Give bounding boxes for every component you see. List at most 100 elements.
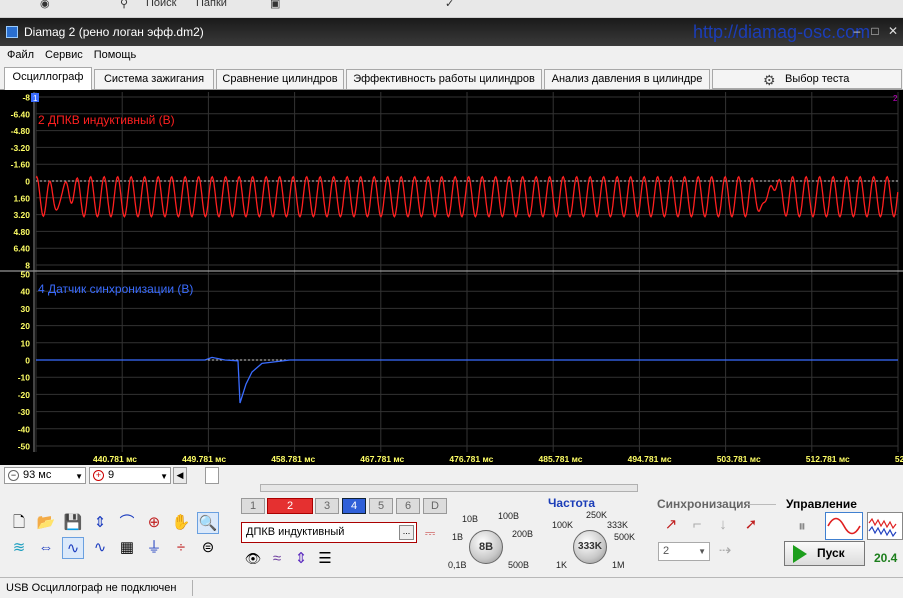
time-label: 449.781 мс bbox=[182, 454, 226, 464]
folders-label[interactable]: Папки bbox=[196, 0, 227, 9]
ch2-tick-label: -40 bbox=[18, 424, 31, 434]
filter-icon[interactable]: ⏚ bbox=[143, 537, 165, 559]
eye-icon[interactable]: 👁 bbox=[242, 548, 264, 570]
updown-icon[interactable]: ⇕ bbox=[290, 548, 312, 570]
check-icon[interactable]: ✓ bbox=[445, 0, 454, 10]
minimize-icon[interactable]: – bbox=[848, 23, 866, 40]
probe-icon[interactable]: ⎓ bbox=[419, 522, 441, 544]
control-value: 20.4 bbox=[874, 551, 898, 565]
tab-ignition[interactable]: Система зажигания bbox=[94, 69, 214, 89]
sine-mode-button[interactable] bbox=[825, 512, 863, 540]
tab-pressure-analysis[interactable]: Анализ давления в цилиндре bbox=[544, 69, 710, 89]
tab-cylinder-compare[interactable]: Сравнение цилиндров bbox=[216, 69, 344, 89]
wave-icon[interactable]: ∿ bbox=[62, 537, 84, 559]
open-folder-icon[interactable]: 📂 bbox=[35, 512, 57, 534]
menu-file[interactable]: Файл bbox=[0, 46, 38, 61]
sync-rise-icon[interactable]: ↗ bbox=[660, 514, 682, 536]
time-label: 467.781 мс bbox=[360, 454, 404, 464]
sync-down-icon[interactable]: ↓ bbox=[712, 514, 734, 536]
freq-label-1k: 1K bbox=[556, 560, 568, 570]
search-label[interactable]: Поиск bbox=[146, 0, 176, 9]
offset-select[interactable]: + 9 ▼ bbox=[89, 467, 171, 484]
sync-arrows-icon[interactable]: ⇢ bbox=[714, 540, 736, 562]
layers-icon[interactable]: ≋ bbox=[8, 537, 30, 559]
voltage-knob[interactable]: 8В bbox=[469, 530, 503, 564]
more-icon[interactable]: ... bbox=[399, 525, 414, 540]
sync-pointer-icon[interactable]: ➚ bbox=[740, 514, 762, 536]
sync-edge-icon[interactable]: ⌐ bbox=[686, 514, 708, 536]
status-separator bbox=[192, 580, 193, 596]
horizontal-scrollbar[interactable] bbox=[260, 484, 638, 492]
channel-d-button[interactable]: D bbox=[423, 498, 447, 514]
table-icon[interactable]: ▦ bbox=[116, 537, 138, 559]
globe-icon[interactable]: ◉ bbox=[40, 0, 50, 10]
auto-icon[interactable]: ⊕ bbox=[143, 512, 165, 534]
scroll-thumb[interactable] bbox=[205, 467, 219, 484]
ch1-tick-label: -6.40 bbox=[11, 109, 31, 119]
frequency-knob[interactable]: 333K bbox=[573, 530, 607, 564]
oscilloscope-display[interactable]: -8-6.40-4.80-3.20-1.6001.603.204.806.408… bbox=[0, 90, 903, 465]
start-button[interactable]: Пуск bbox=[784, 541, 865, 566]
channel-1-button[interactable]: 1 bbox=[241, 498, 265, 514]
wave-filter-icon[interactable]: ≈ bbox=[266, 548, 288, 570]
time-label: 485.781 мс bbox=[539, 454, 583, 464]
channel-6-button[interactable]: 6 bbox=[396, 498, 420, 514]
noise-mode-button[interactable] bbox=[867, 512, 903, 540]
control-title: Управление bbox=[786, 497, 857, 511]
freq-label-250k: 250K bbox=[586, 510, 608, 520]
voltage-label-10: 10В bbox=[462, 514, 479, 524]
time-label: 476.781 мс bbox=[449, 454, 493, 464]
timebase-select[interactable]: − 93 мс ▼ bbox=[4, 467, 86, 484]
search-icon[interactable]: ⚲ bbox=[120, 0, 128, 10]
arc-icon[interactable]: ⌒ bbox=[116, 512, 138, 534]
top-taskbar-strip: ◉ ⚲ Поиск Папки ▣ ✓ bbox=[0, 0, 903, 18]
marker-left-label: 1 bbox=[33, 94, 38, 103]
window-title: Diamag 2 (рено логан эфф.dm2) bbox=[24, 25, 204, 39]
frequency-title: Частота bbox=[548, 496, 596, 510]
freq-label-1m: 1M bbox=[612, 560, 625, 570]
plus-icon: + bbox=[93, 470, 104, 481]
save-icon[interactable]: 💾 bbox=[62, 512, 84, 534]
ch1-tick-label: 4.80 bbox=[13, 227, 30, 237]
tab-oscilloscope[interactable]: Осциллограф bbox=[4, 67, 92, 90]
wave-alt-icon[interactable]: ∿ bbox=[89, 537, 111, 559]
close-icon[interactable]: ✕ bbox=[884, 23, 902, 40]
time-label: 512.781 мс bbox=[806, 454, 850, 464]
sync-channel-value: 2 bbox=[663, 545, 670, 557]
menu-help[interactable]: Помощь bbox=[87, 46, 141, 61]
menu-service[interactable]: Сервис bbox=[38, 46, 87, 61]
scroll-left-button[interactable]: ◀ bbox=[173, 467, 187, 484]
channel-5-button[interactable]: 5 bbox=[369, 498, 393, 514]
channel-2-button[interactable]: 2 bbox=[267, 498, 313, 514]
divide-icon[interactable]: ÷ bbox=[170, 537, 192, 559]
time-label: 494.781 мс bbox=[628, 454, 672, 464]
test-select-button[interactable]: ⚙ Выбор теста bbox=[712, 69, 902, 89]
timebase-value: 93 мс bbox=[23, 469, 52, 481]
sync-channel-select[interactable]: 2 ▼ bbox=[658, 542, 710, 561]
ch1-tick-label: 6.40 bbox=[13, 244, 30, 254]
sync-divider bbox=[748, 504, 776, 505]
vertical-scale-icon[interactable]: ⇕ bbox=[89, 512, 111, 534]
zoom-icon[interactable]: 🔍 bbox=[197, 512, 219, 534]
lines-icon[interactable]: ☰ bbox=[314, 548, 336, 570]
title-bar: Diamag 2 (рено логан эфф.dm2) http://dia… bbox=[0, 18, 903, 46]
ch1-tick-label: -4.80 bbox=[11, 126, 31, 136]
tab-cylinder-efficiency[interactable]: Эффективность работы цилиндров bbox=[346, 69, 542, 89]
pause-icon[interactable]: ⏸ bbox=[791, 516, 813, 538]
status-bar: USB Осциллограф не подключен bbox=[0, 577, 903, 598]
timebase-row: − 93 мс ▼ + 9 ▼ ◀ bbox=[0, 465, 903, 485]
channel-3-button[interactable]: 3 bbox=[315, 498, 339, 514]
hand-icon[interactable]: ✋ bbox=[170, 512, 192, 534]
maximize-icon[interactable]: □ bbox=[866, 23, 884, 40]
ch2-tick-label: 30 bbox=[21, 304, 31, 314]
auto-zero-icon[interactable]: ⊜ bbox=[197, 537, 219, 559]
image-icon[interactable]: ▣ bbox=[270, 0, 280, 10]
channel-4-button[interactable]: 4 bbox=[342, 498, 366, 514]
sine-icon bbox=[827, 517, 861, 535]
voltage-label-1: 1В bbox=[452, 532, 464, 542]
ch2-tick-label: -50 bbox=[18, 442, 31, 452]
channel-sensor-select[interactable]: ДПКВ индуктивный ... bbox=[241, 522, 417, 543]
compress-icon[interactable]: ⇔ bbox=[35, 537, 57, 559]
time-label: 521.781 мс bbox=[895, 454, 903, 464]
new-file-icon[interactable]: 🗋 bbox=[8, 512, 30, 534]
